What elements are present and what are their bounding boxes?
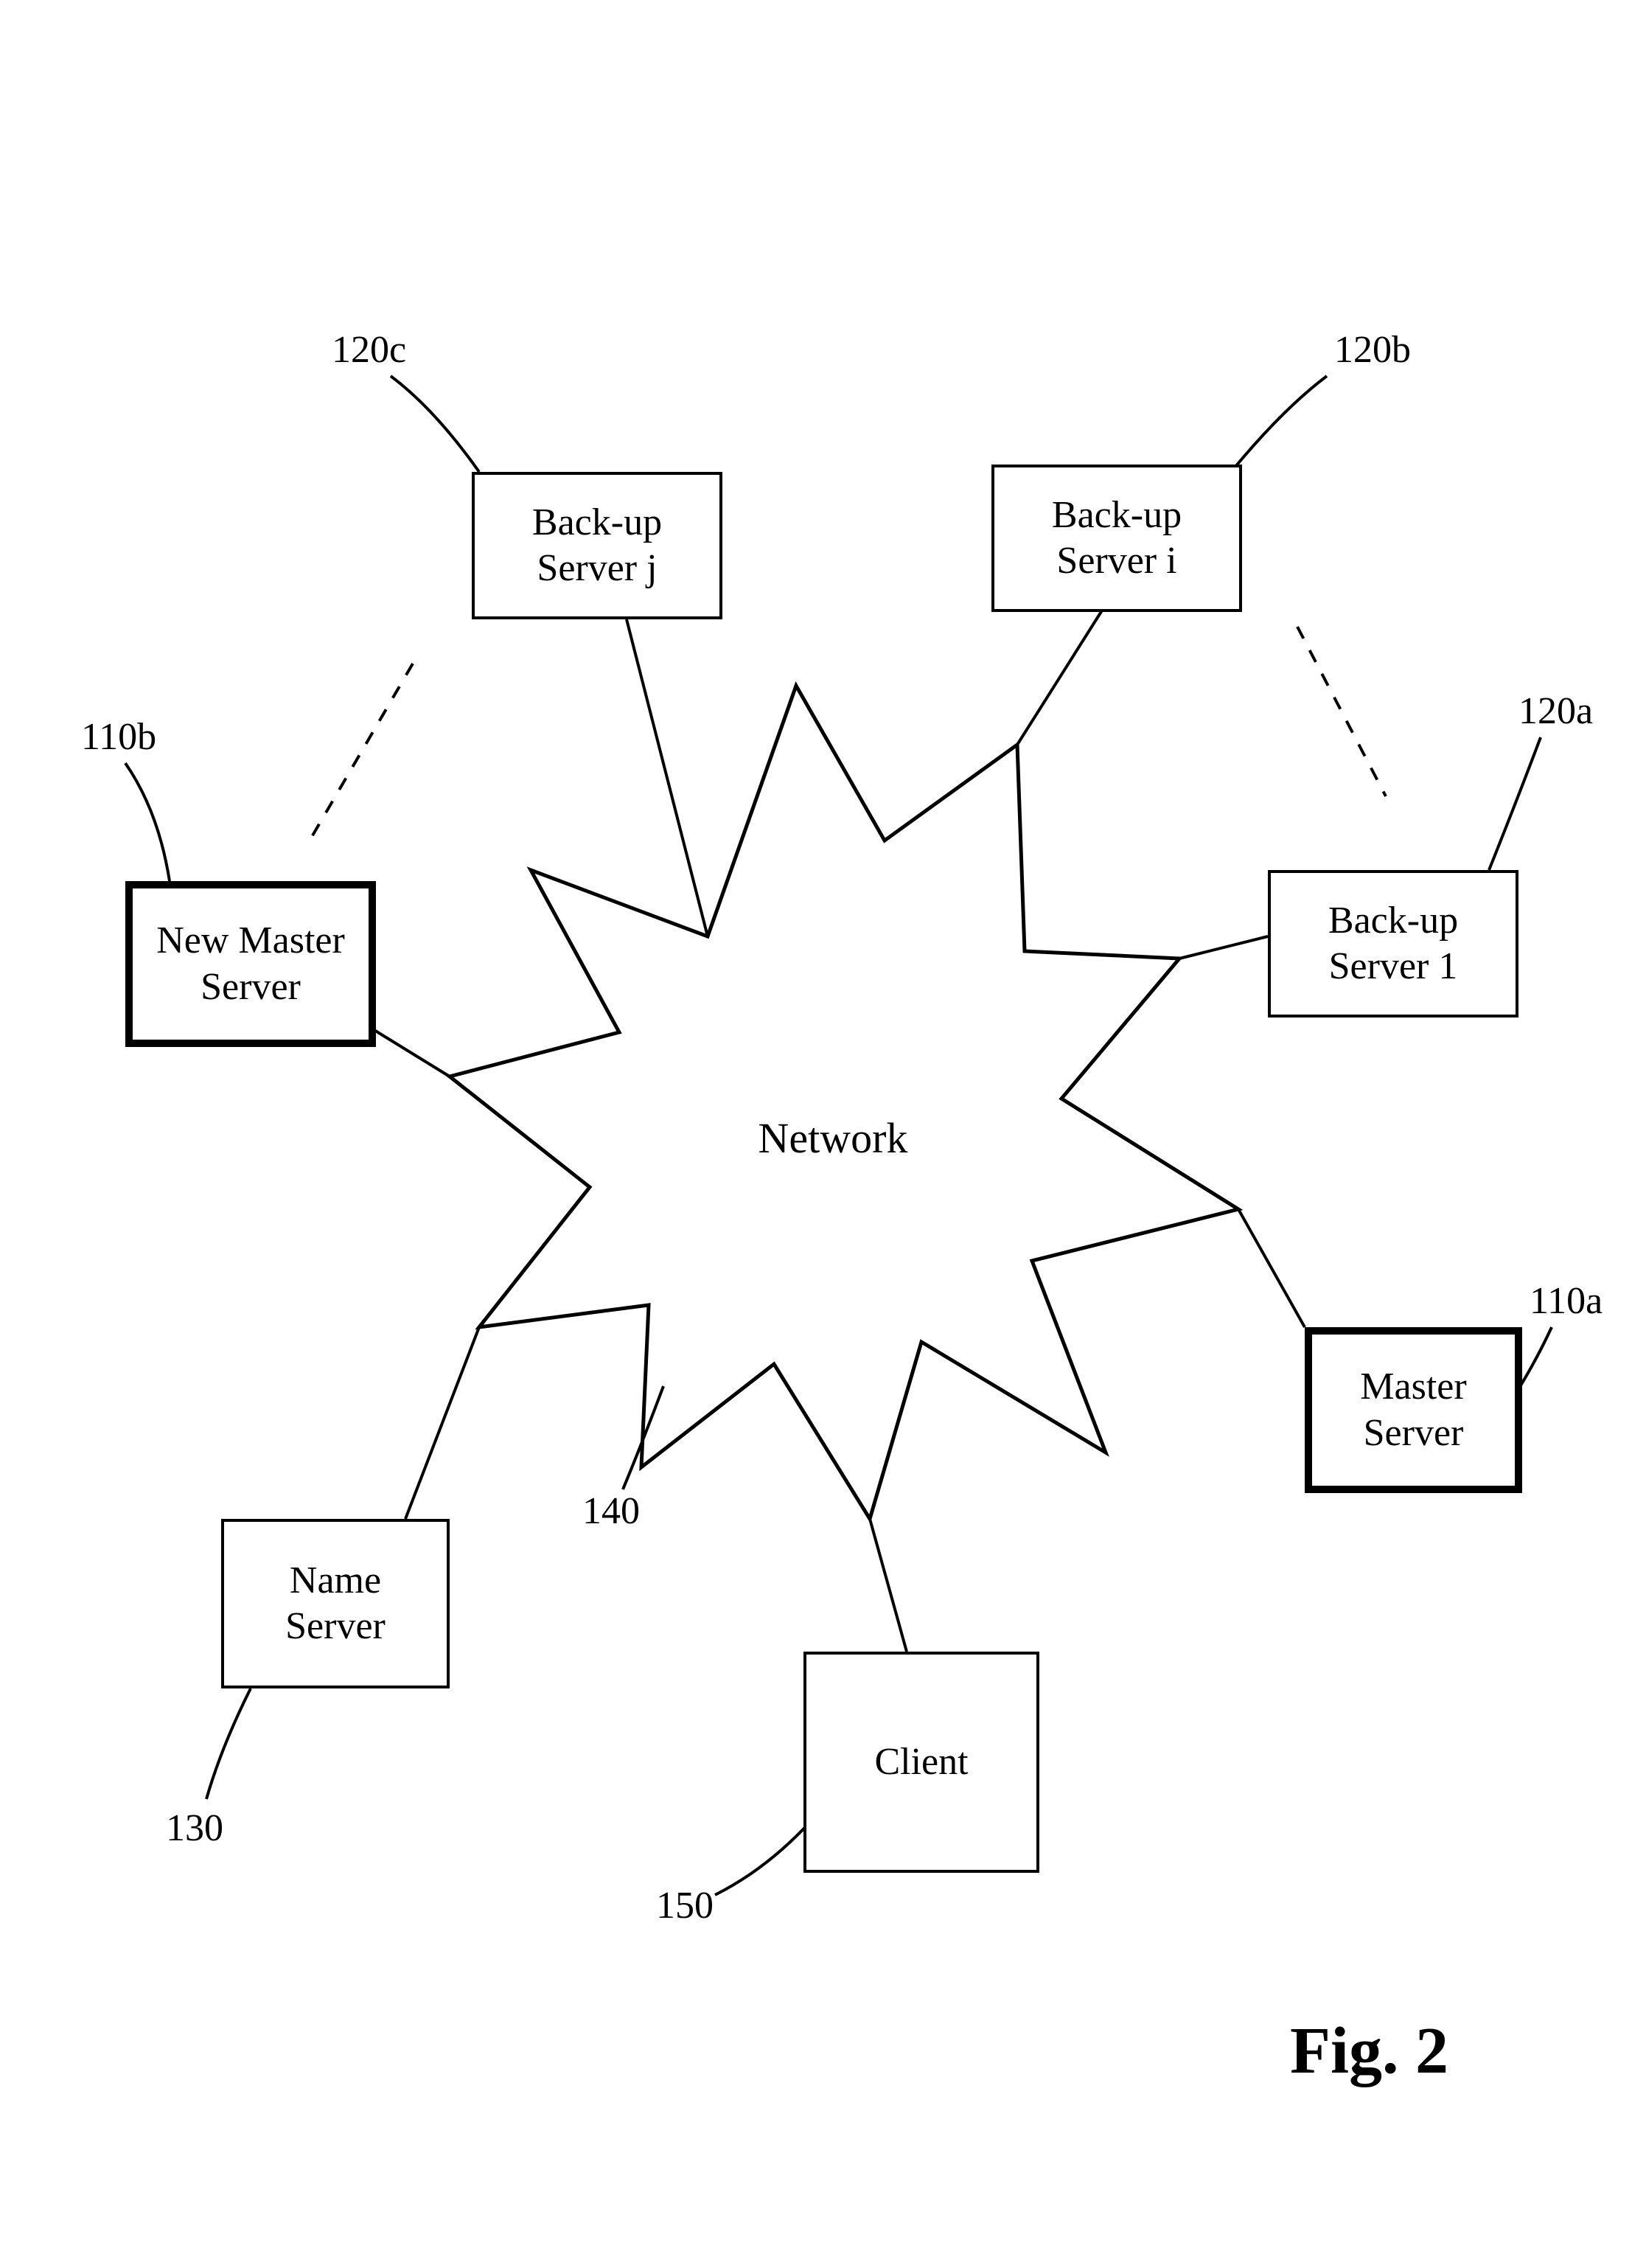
network-label: Network	[737, 1113, 929, 1163]
ref-120b: 120b	[1334, 328, 1411, 372]
lead-150	[715, 1821, 811, 1895]
connector-client	[870, 1519, 907, 1652]
dashed-left	[310, 664, 413, 841]
node-name-server: Name Server	[221, 1519, 450, 1688]
lead-130	[206, 1688, 251, 1799]
lead-120b	[1231, 376, 1327, 472]
connector-backup1	[1179, 936, 1268, 959]
ref-130: 130	[166, 1806, 223, 1850]
network-starburst	[450, 686, 1238, 1519]
connector-backupi	[1017, 605, 1106, 745]
lead-140	[623, 1386, 663, 1489]
node-backup-i: Back-up Server i	[991, 465, 1242, 612]
lead-110b	[125, 763, 170, 881]
node-backup-j: Back-up Server j	[472, 472, 722, 619]
connector-nameserver	[405, 1327, 479, 1519]
node-backup-1: Back-up Server 1	[1268, 870, 1518, 1018]
node-master: Master Server	[1305, 1327, 1522, 1493]
ref-110b: 110b	[81, 715, 156, 759]
lead-120a	[1489, 737, 1541, 870]
figure-caption: Fig. 2	[1290, 2013, 1448, 2089]
lead-120c	[391, 376, 479, 472]
ref-120a: 120a	[1518, 689, 1593, 733]
node-new-master: New Master Server	[125, 881, 376, 1047]
connector-master	[1238, 1209, 1305, 1327]
ref-150: 150	[656, 1884, 714, 1927]
ref-110a: 110a	[1530, 1279, 1603, 1323]
dashed-right	[1297, 627, 1386, 796]
node-client: Client	[803, 1652, 1039, 1873]
ref-120c: 120c	[332, 328, 406, 372]
connector-backupj	[627, 619, 708, 936]
ref-140: 140	[582, 1489, 640, 1533]
